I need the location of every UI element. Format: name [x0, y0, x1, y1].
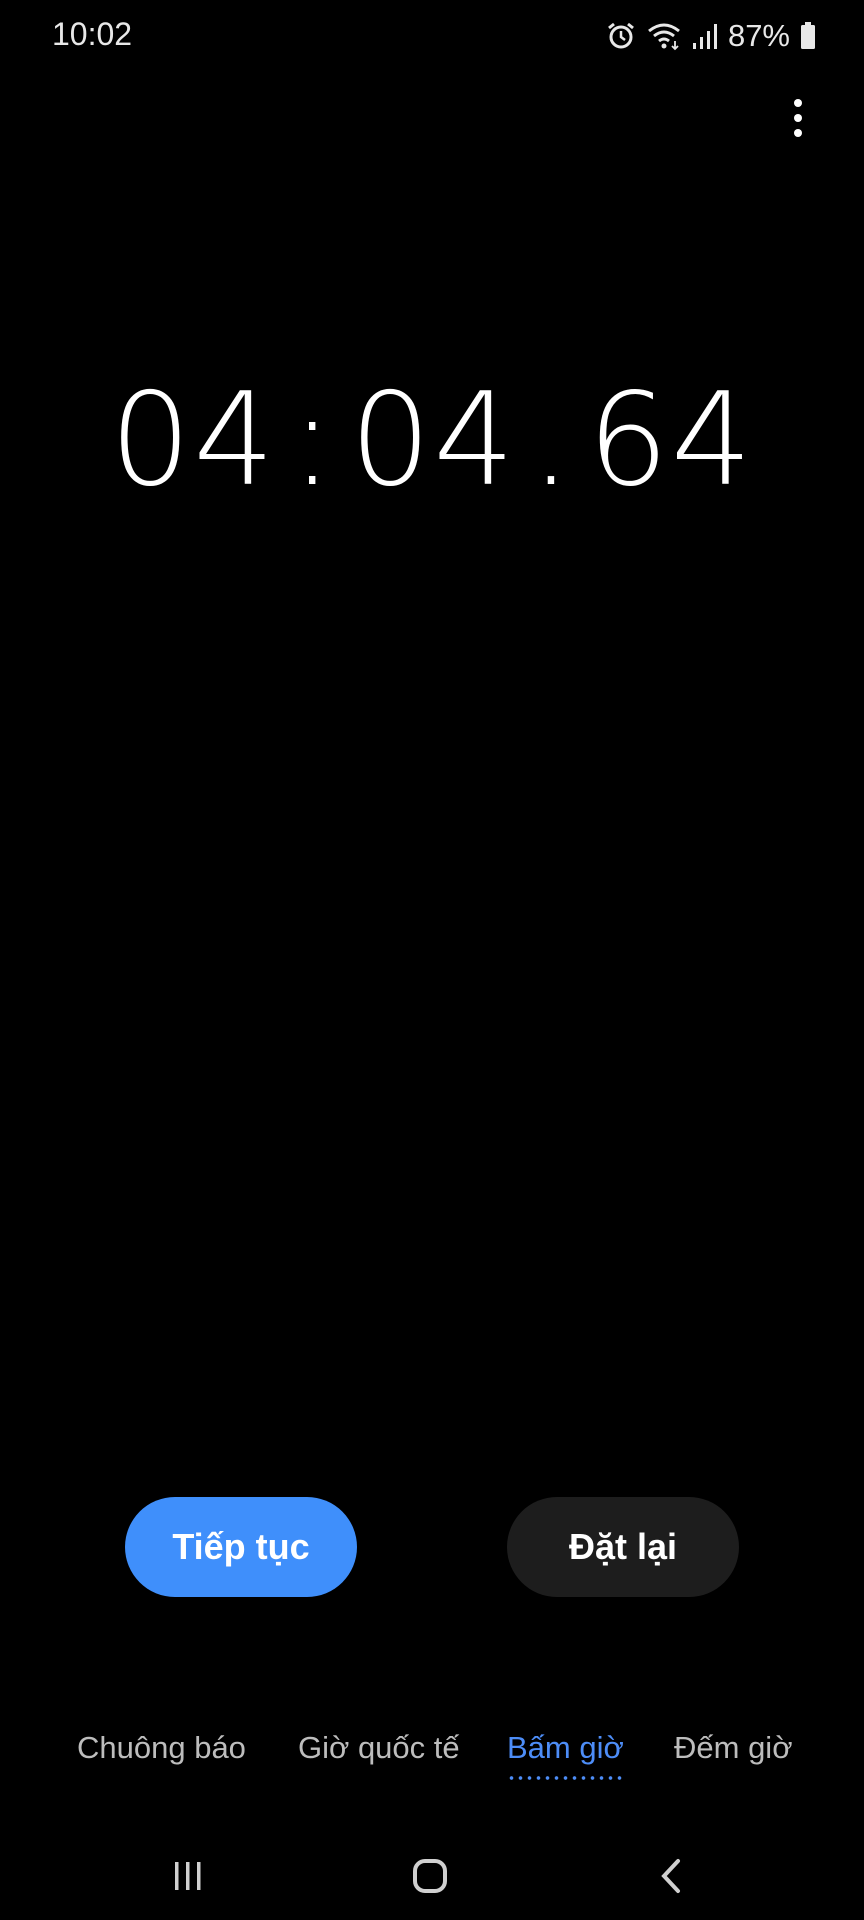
tab-alarm[interactable]: Chuông báo [77, 1730, 246, 1766]
status-time: 10:02 [52, 16, 133, 52]
resume-button[interactable]: Tiếp tục [125, 1497, 357, 1597]
status-icons: 87% [606, 16, 816, 56]
alarm-icon [606, 21, 636, 51]
more-options-button[interactable] [776, 92, 820, 148]
resume-button-label: Tiếp tục [172, 1526, 310, 1567]
tab-alarm-label: Chuông báo [77, 1730, 246, 1765]
tab-timer-label: Đếm giờ [674, 1730, 793, 1765]
active-tab-indicator [507, 1776, 624, 1780]
tab-world-clock-label: Giờ quốc tế [298, 1730, 460, 1765]
tab-stopwatch-label: Bấm giờ [507, 1730, 624, 1765]
back-icon [654, 1856, 690, 1901]
tab-timer[interactable]: Đếm giờ [674, 1730, 793, 1766]
status-bar: 10:02 87% [0, 0, 864, 70]
home-button[interactable] [400, 1848, 460, 1908]
reset-button-label: Đặt lại [568, 1526, 678, 1567]
timer-seconds: 04 [349, 365, 517, 515]
navigation-bar [0, 1830, 864, 1920]
tab-world-clock[interactable]: Giờ quốc tế [298, 1730, 460, 1766]
timer-minutes: 04 [109, 365, 277, 515]
tab-stopwatch[interactable]: Bấm giờ [507, 1730, 624, 1780]
more-vert-icon [792, 98, 804, 143]
wifi-icon [646, 21, 682, 51]
back-button[interactable] [642, 1848, 702, 1908]
home-icon [410, 1856, 450, 1901]
recent-apps-icon [170, 1858, 206, 1899]
battery-icon [800, 21, 816, 51]
stopwatch-time: 04 : 04 . 64 [0, 360, 864, 520]
reset-button[interactable]: Đặt lại [507, 1497, 739, 1597]
timer-separator-colon: : [290, 365, 336, 515]
bottom-tabs: Chuông báo Giờ quốc tế Bấm giờ Đếm giờ [0, 1730, 864, 1790]
timer-hundredths: 64 [587, 365, 755, 515]
battery-percent: 87% [727, 18, 790, 53]
timer-separator-dot: . [530, 365, 574, 515]
signal-icon [692, 21, 718, 51]
recent-apps-button[interactable] [158, 1848, 218, 1908]
